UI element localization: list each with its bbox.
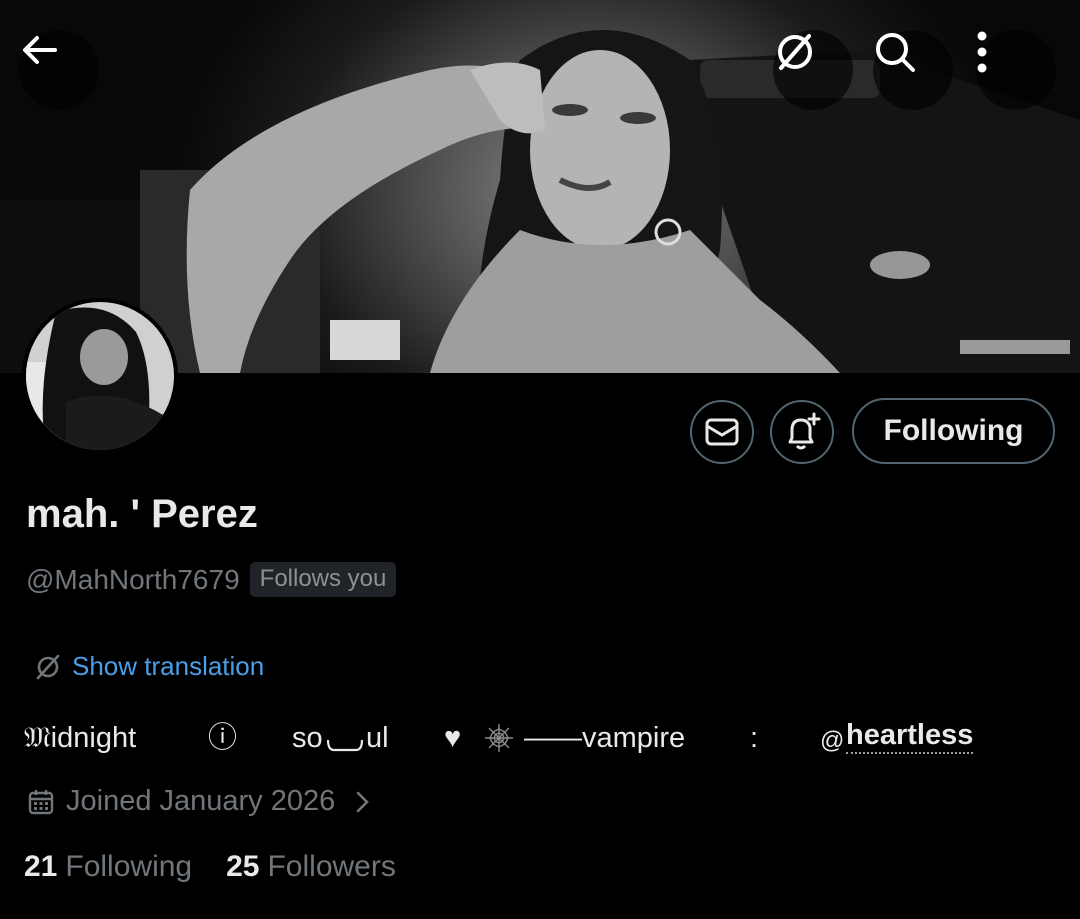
message-button[interactable] xyxy=(690,400,754,464)
bio-heartless-mention[interactable]: heartless xyxy=(846,718,974,754)
followers-label: Followers xyxy=(267,850,396,883)
bio-colon: : xyxy=(750,722,759,754)
profile-page: Following mah. ' Perez @MahNorth7679 Fol… xyxy=(0,0,1080,919)
underscore-bracket-icon xyxy=(326,739,364,752)
followers-stat[interactable]: 25 Followers xyxy=(226,850,396,884)
following-stat[interactable]: 21 Following xyxy=(24,850,192,884)
arrow-left-icon xyxy=(23,36,57,64)
heart-icon: ♥ xyxy=(444,722,462,754)
avatar-photo xyxy=(26,302,174,450)
grok-button[interactable] xyxy=(773,30,853,110)
joined-row: Joined January 2026 xyxy=(28,785,371,818)
bio-midnight: 𝔐idnight xyxy=(24,722,137,754)
bio-at: @ xyxy=(820,727,845,754)
spider-web-icon xyxy=(485,724,513,752)
profile-banner[interactable] xyxy=(0,0,1080,373)
user-handle: @MahNorth7679 xyxy=(26,563,240,595)
bell-plus-icon xyxy=(788,412,821,450)
back-button[interactable] xyxy=(19,30,99,110)
grok-icon xyxy=(36,654,60,679)
following-button[interactable]: Following xyxy=(852,398,1055,464)
show-translation-label: Show translation xyxy=(72,651,265,681)
search-button[interactable] xyxy=(873,30,953,110)
bio-soul-start: so xyxy=(292,722,323,754)
following-label: Following xyxy=(65,850,193,883)
more-button[interactable] xyxy=(976,30,1056,110)
notifications-button[interactable] xyxy=(770,400,834,464)
calendar-icon xyxy=(28,789,54,814)
info-icon: ⓘ xyxy=(208,722,238,754)
bio-vampire: ——vampire xyxy=(524,722,686,754)
bio-soul-end: ul xyxy=(366,722,389,754)
display-name: mah. ' Perez xyxy=(26,492,258,536)
joined-date: Joined January 2026 xyxy=(66,785,336,817)
handle-row: @MahNorth7679 Follows you xyxy=(26,562,397,597)
chevron-right-icon[interactable] xyxy=(353,789,371,815)
more-vertical-icon xyxy=(977,31,987,73)
envelope-icon xyxy=(705,418,739,446)
grok-icon xyxy=(778,34,812,70)
follows-you-badge: Follows you xyxy=(249,562,397,597)
search-icon xyxy=(876,33,915,72)
follow-stats: 21 Following 25 Followers xyxy=(24,850,396,884)
profile-bio: 𝔐idnight ⓘ so ul ♥ ——vampire : @ heartle… xyxy=(24,718,1064,760)
show-translation-link[interactable]: Show translation xyxy=(34,651,264,682)
following-count: 21 xyxy=(24,850,58,883)
profile-avatar[interactable] xyxy=(22,298,178,454)
followers-count: 25 xyxy=(226,850,260,883)
